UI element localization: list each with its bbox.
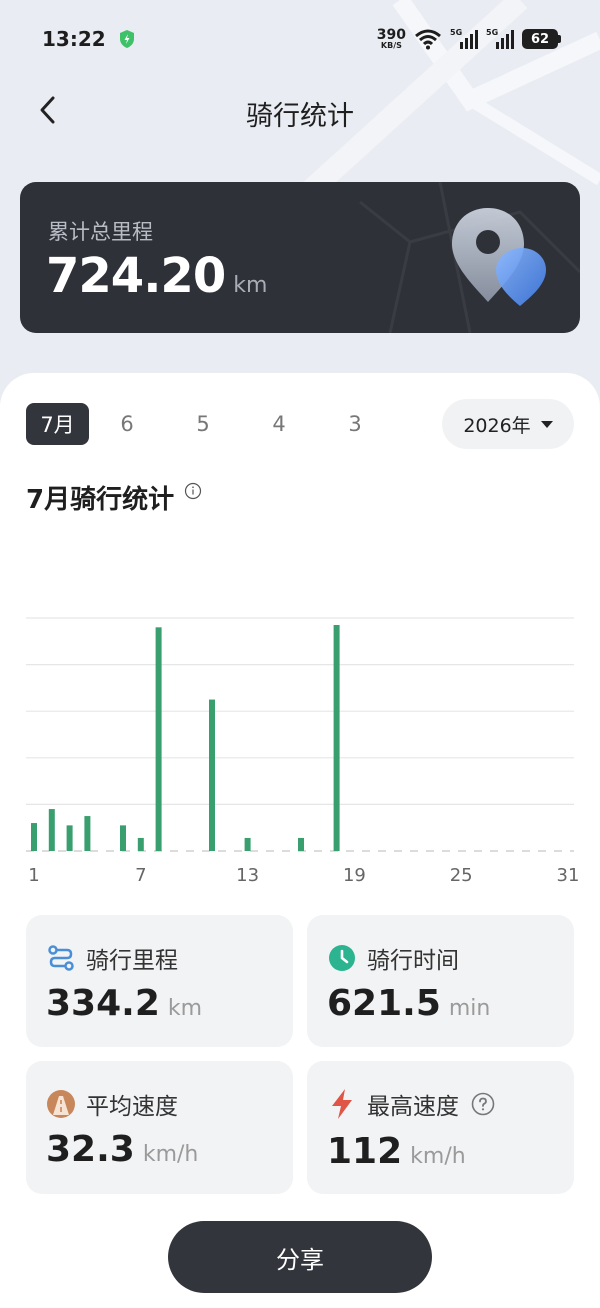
tab-month-5[interactable]: 5 xyxy=(165,403,241,445)
tab-month-4[interactable]: 4 xyxy=(241,403,317,445)
network-speed: 390 KB/S xyxy=(376,27,406,50)
chart-x-tick-label: 31 xyxy=(557,865,580,886)
month-tabs: 7月 6 5 4 3 2 xyxy=(26,403,426,445)
info-icon[interactable] xyxy=(184,482,202,500)
page-title: 骑行统计 xyxy=(246,101,354,132)
chart-bar[interactable] xyxy=(209,699,215,851)
chart-x-tick-label: 19 xyxy=(343,865,366,886)
help-icon[interactable] xyxy=(471,1092,495,1116)
total-distance-value: 724.20 xyxy=(46,248,226,304)
chart-bar[interactable] xyxy=(298,837,304,851)
stat-value-max-speed: 112 xyxy=(327,1131,403,1172)
stat-card-duration: 骑行时间 621.5 min xyxy=(307,915,574,1047)
route-icon xyxy=(46,943,76,973)
stat-card-distance: 骑行里程 334.2 km xyxy=(26,915,293,1047)
stat-card-avg-speed: 平均速度 32.3 km/h xyxy=(26,1061,293,1194)
section-title: 7月骑行统计 xyxy=(26,479,202,516)
section-title-text: 7月骑行统计 xyxy=(26,485,175,515)
clock-icon xyxy=(327,943,357,973)
total-distance-unit: km xyxy=(233,273,268,298)
tab-month-2[interactable]: 2 xyxy=(393,403,426,445)
stat-label-avg-speed: 平均速度 xyxy=(86,1094,178,1120)
chart-x-tick-label: 25 xyxy=(450,865,473,886)
year-select-value: 2026年 xyxy=(463,414,531,437)
total-distance-label: 累计总里程 xyxy=(48,220,153,244)
stat-card-max-speed: 最高速度 112 km/h xyxy=(307,1061,574,1194)
total-distance-card: 累计总里程 724.20 km xyxy=(20,182,580,333)
chart-bar[interactable] xyxy=(244,837,251,851)
stat-label-distance: 骑行里程 xyxy=(86,948,178,974)
status-bar: 13:22 390 KB/S 5G 5G 62 xyxy=(0,0,600,78)
stat-unit-duration: min xyxy=(448,996,491,1021)
stat-unit-avg-speed: km/h xyxy=(142,1142,199,1167)
battery-icon: 62 xyxy=(522,29,561,49)
tab-month-6[interactable]: 6 xyxy=(89,403,165,445)
stat-value-duration: 621.5 xyxy=(327,983,441,1024)
tab-month-7[interactable]: 7月 xyxy=(26,403,89,445)
security-shield-icon xyxy=(119,30,134,48)
total-distance-value-row: 724.20 km xyxy=(46,248,267,304)
wifi-icon xyxy=(415,29,441,50)
caret-down-icon xyxy=(540,420,553,428)
chart-bar[interactable] xyxy=(333,624,340,851)
chart-bar[interactable] xyxy=(84,816,91,851)
cellular-signal-2-icon: 5G xyxy=(486,28,514,50)
chart-x-tick-label: 13 xyxy=(236,865,259,886)
lightning-icon xyxy=(327,1089,357,1119)
chart-bar[interactable] xyxy=(120,825,126,851)
location-pin-icon xyxy=(452,208,546,306)
chart-bar[interactable] xyxy=(48,809,55,851)
chart-bar[interactable] xyxy=(66,825,73,851)
top-bar: 骑行统计 xyxy=(0,80,600,142)
stats-sheet: 7月 6 5 4 3 2 2026年 7月骑行统计 1713192531 xyxy=(0,373,600,1308)
chart-bar[interactable] xyxy=(155,627,162,851)
stat-value-distance: 334.2 xyxy=(46,983,160,1024)
year-select[interactable]: 2026年 xyxy=(442,399,574,449)
stat-unit-distance: km xyxy=(167,996,203,1021)
tab-month-3[interactable]: 3 xyxy=(317,403,393,445)
daily-distance-chart: 1 7 13 19 25 31 xyxy=(26,617,580,886)
stat-unit-max-speed: km/h xyxy=(410,1144,466,1169)
chart-bar[interactable] xyxy=(31,823,37,851)
status-time: 13:22 xyxy=(42,27,106,51)
chart-x-tick-label: 1 xyxy=(28,865,39,886)
share-button[interactable]: 分享 xyxy=(168,1221,432,1293)
road-icon xyxy=(46,1089,76,1119)
cellular-signal-1-icon: 5G xyxy=(450,28,478,50)
stat-label-duration: 骑行时间 xyxy=(367,948,459,974)
stat-value-avg-speed: 32.3 xyxy=(46,1129,135,1170)
chart-bar[interactable] xyxy=(137,837,144,851)
stat-label-max-speed: 最高速度 xyxy=(367,1094,459,1120)
chart-x-tick-label: 7 xyxy=(135,865,146,886)
